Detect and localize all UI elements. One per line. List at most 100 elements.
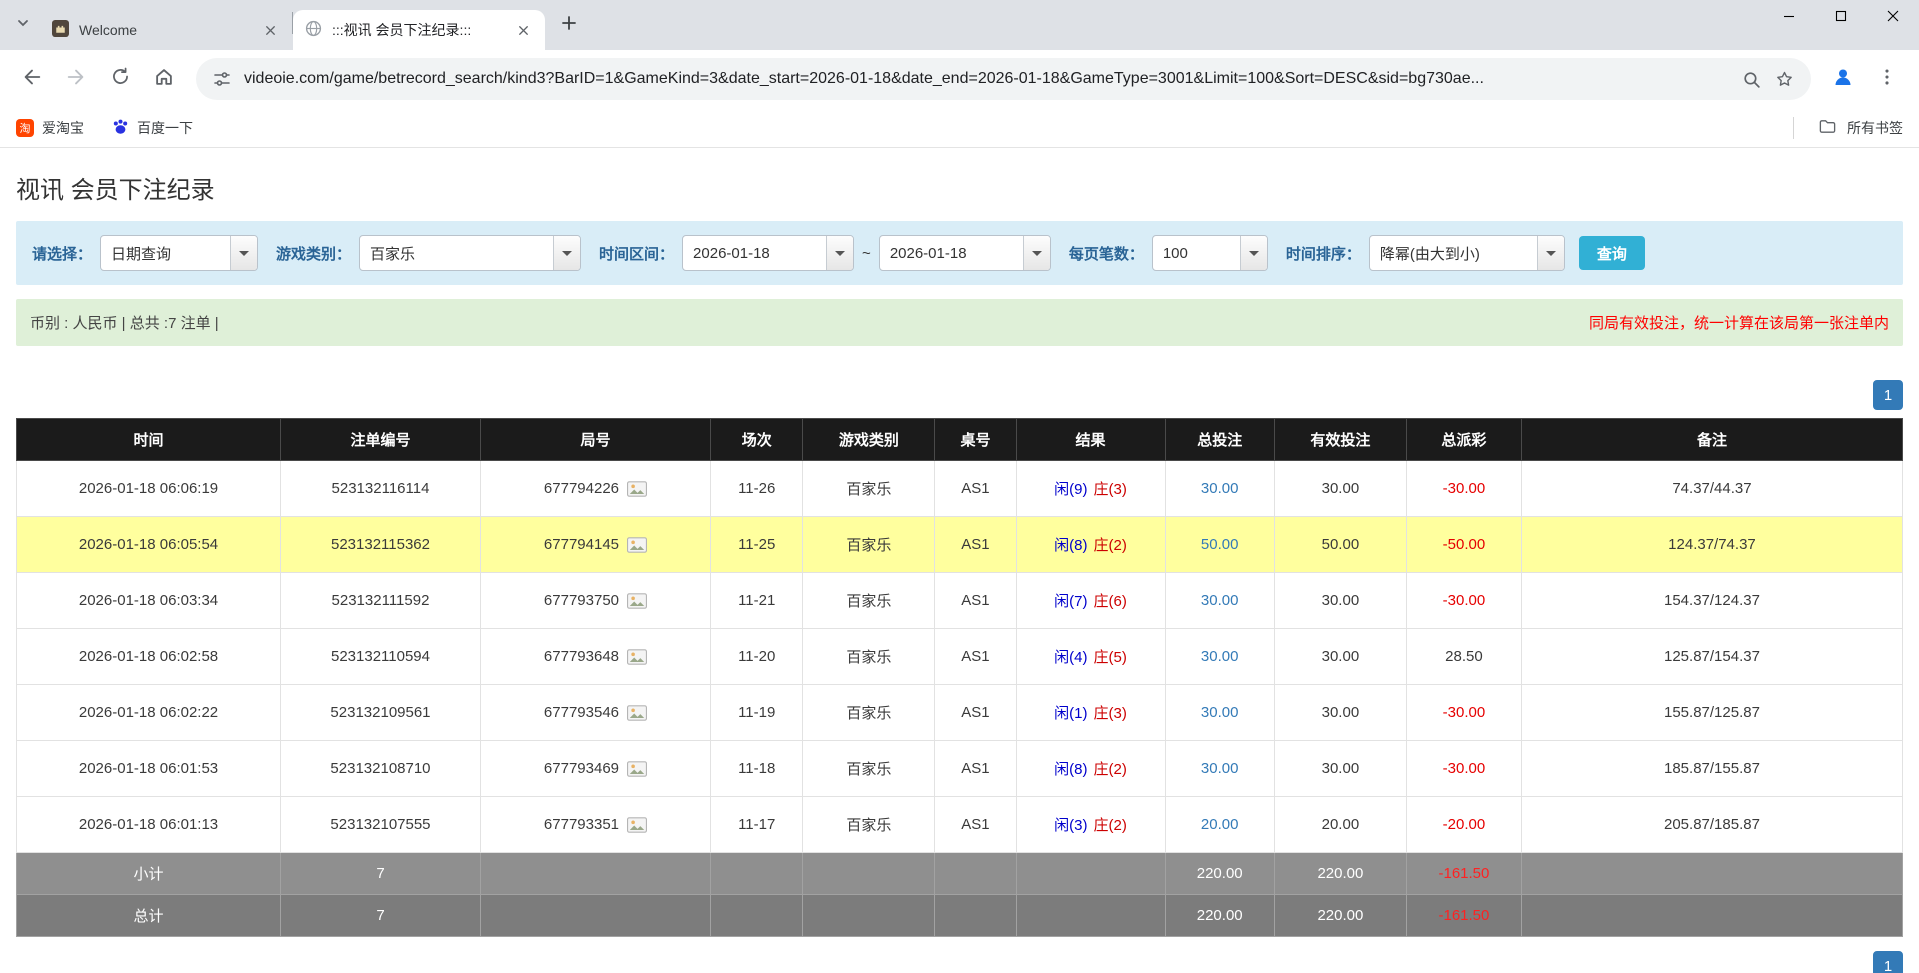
cell-valid-bet: 20.00 [1274, 797, 1406, 853]
back-button[interactable] [12, 59, 52, 99]
header-time: 时间 [17, 419, 281, 461]
cell-session: 11-19 [711, 685, 803, 741]
cell-game-kind: 百家乐 [803, 461, 935, 517]
all-bookmarks-label: 所有书签 [1847, 118, 1903, 138]
sort-order-label: 时间排序： [1286, 243, 1361, 264]
search-button[interactable]: 查询 [1579, 236, 1645, 270]
subtotal-count: 7 [281, 853, 481, 895]
cell-session: 11-21 [711, 573, 803, 629]
cell-table-no: AS1 [935, 685, 1016, 741]
tab-close-button[interactable] [513, 20, 533, 40]
menu-button[interactable] [1867, 59, 1907, 99]
maximize-icon [1835, 9, 1847, 27]
round-image-button[interactable] [627, 481, 647, 497]
chevron-down-icon[interactable] [230, 236, 257, 270]
cell-total-bet: 50.00 [1165, 517, 1274, 573]
cell-result: 闲(4)庄(5) [1016, 629, 1165, 685]
cell-bet-no: 523132116114 [281, 461, 481, 517]
bookmark-baidu[interactable]: 百度一下 [112, 118, 193, 138]
total-bet-link[interactable]: 20.00 [1201, 816, 1239, 833]
zoom-icon[interactable] [1741, 69, 1762, 90]
query-type-select[interactable]: 日期查询 [100, 235, 258, 271]
tab-bet-record[interactable]: :::视讯 会员下注纪录::: [293, 10, 545, 50]
total-bet-link[interactable]: 30.00 [1201, 704, 1239, 721]
cell-session: 11-20 [711, 629, 803, 685]
new-tab-button[interactable] [553, 9, 585, 41]
cell-time: 2026-01-18 06:05:54 [17, 517, 281, 573]
sort-order-select[interactable]: 降幂(由大到小) [1369, 235, 1565, 271]
page-1-button[interactable]: 1 [1873, 951, 1903, 973]
url-text[interactable]: videoie.com/game/betrecord_search/kind3?… [244, 70, 1729, 88]
table-row: 2026-01-18 06:03:34 523132111592 6777937… [17, 573, 1903, 629]
header-bet-no: 注单编号 [281, 419, 481, 461]
plus-icon [559, 13, 579, 38]
maximize-button[interactable] [1815, 0, 1867, 36]
per-page-select[interactable]: 100 [1152, 235, 1268, 271]
total-valid-bet: 220.00 [1274, 895, 1406, 937]
cell-bet-no: 523132115362 [281, 517, 481, 573]
cell-time: 2026-01-18 06:02:58 [17, 629, 281, 685]
header-round-no: 局号 [480, 419, 710, 461]
forward-button[interactable] [56, 59, 96, 99]
chevron-down-icon[interactable] [553, 236, 580, 270]
cell-time: 2026-01-18 06:02:22 [17, 685, 281, 741]
cell-bet-no: 523132111592 [281, 573, 481, 629]
address-bar[interactable]: videoie.com/game/betrecord_search/kind3?… [196, 58, 1811, 100]
page-title: 视讯 会员下注纪录 [16, 148, 1903, 221]
bookmark-taobao[interactable]: 淘 爱淘宝 [16, 118, 84, 138]
reload-button[interactable] [100, 59, 140, 99]
subtotal-payout: -161.50 [1406, 853, 1521, 895]
total-bet-link[interactable]: 30.00 [1201, 760, 1239, 777]
table-header-row: 时间 注单编号 局号 场次 游戏类别 桌号 结果 总投注 有效投注 总派彩 备注 [17, 419, 1903, 461]
minimize-icon [1783, 9, 1795, 27]
bookmarks-bar: 淘 爱淘宝 百度一下 所有书签 [0, 108, 1919, 148]
cell-payout: -30.00 [1406, 685, 1521, 741]
tab-welcome[interactable]: Welcome [40, 10, 292, 50]
header-table-no: 桌号 [935, 419, 1016, 461]
chevron-down-icon[interactable] [826, 236, 853, 270]
cell-round-no: 677793351 [480, 797, 710, 853]
chevron-down-icon[interactable] [1240, 236, 1267, 270]
total-row: 总计 7 220.00 220.00 -161.50 [17, 895, 1903, 937]
all-bookmarks-button[interactable]: 所有书签 [1793, 117, 1903, 139]
cell-valid-bet: 30.00 [1274, 741, 1406, 797]
chevron-down-icon[interactable] [1537, 236, 1564, 270]
bookmark-star-button[interactable] [1774, 69, 1795, 90]
page-content: 视讯 会员下注纪录 请选择： 日期查询 游戏类别： 百家乐 时间区间： 2026… [0, 148, 1919, 973]
cell-session: 11-18 [711, 741, 803, 797]
date-start-input[interactable]: 2026-01-18 [682, 235, 854, 271]
round-image-button[interactable] [627, 649, 647, 665]
round-image-button[interactable] [627, 537, 647, 553]
game-kind-select[interactable]: 百家乐 [359, 235, 581, 271]
date-range-label: 时间区间： [599, 243, 674, 264]
cell-game-kind: 百家乐 [803, 517, 935, 573]
round-image-button[interactable] [627, 705, 647, 721]
page-1-button[interactable]: 1 [1873, 380, 1903, 410]
avatar-icon [1831, 65, 1855, 94]
baidu-paw-icon [112, 118, 129, 138]
bookmark-label: 爱淘宝 [42, 118, 84, 138]
minimize-button[interactable] [1763, 0, 1815, 36]
browser-toolbar: videoie.com/game/betrecord_search/kind3?… [0, 50, 1919, 108]
round-image-button[interactable] [627, 761, 647, 777]
round-image-button[interactable] [627, 817, 647, 833]
total-bet-link[interactable]: 50.00 [1201, 536, 1239, 553]
site-settings-icon[interactable] [212, 69, 232, 89]
round-image-button[interactable] [627, 593, 647, 609]
close-window-button[interactable] [1867, 0, 1919, 36]
total-bet-link[interactable]: 30.00 [1201, 592, 1239, 609]
tab-search-button[interactable] [6, 8, 40, 42]
total-bet-link[interactable]: 30.00 [1201, 648, 1239, 665]
cell-result: 闲(1)庄(3) [1016, 685, 1165, 741]
date-end-input[interactable]: 2026-01-18 [879, 235, 1051, 271]
cell-note: 205.87/185.87 [1521, 797, 1902, 853]
tab-close-button[interactable] [260, 20, 280, 40]
chevron-down-icon[interactable] [1023, 236, 1050, 270]
profile-button[interactable] [1823, 59, 1863, 99]
cell-payout: 28.50 [1406, 629, 1521, 685]
cell-note: 155.87/125.87 [1521, 685, 1902, 741]
total-bet-link[interactable]: 30.00 [1201, 480, 1239, 497]
header-game-kind: 游戏类别 [803, 419, 935, 461]
header-total-bet: 总投注 [1165, 419, 1274, 461]
home-button[interactable] [144, 59, 184, 99]
